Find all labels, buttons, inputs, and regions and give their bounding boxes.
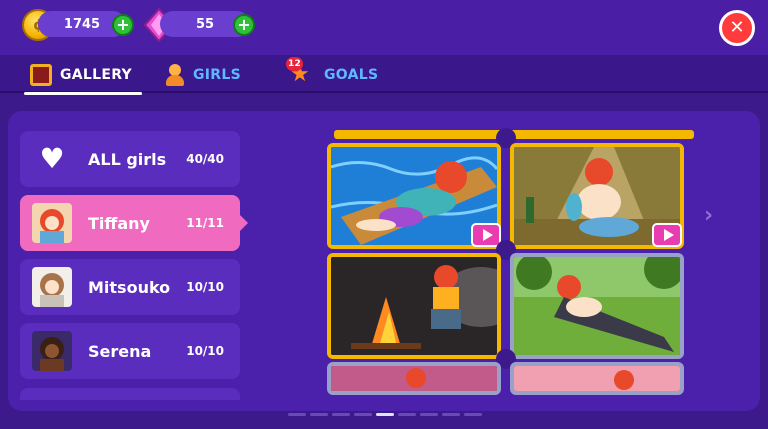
girl-row-mitsouko[interactable]: Mitsouko 10/10	[20, 259, 240, 315]
play-video-button[interactable]	[471, 223, 501, 247]
chevron-right-icon[interactable]: ›	[704, 203, 713, 228]
avatar	[32, 331, 72, 371]
page-indicator	[288, 413, 482, 416]
girl-count: 11/11	[186, 216, 224, 230]
girl-name: ALL girls	[88, 149, 167, 169]
girl-count: 10/10	[186, 280, 224, 294]
page-dot-active[interactable]	[376, 413, 394, 416]
page-dot[interactable]	[332, 413, 350, 416]
page-dot[interactable]	[310, 413, 328, 416]
page-dot[interactable]	[288, 413, 306, 416]
tab-gallery-label: GALLERY	[60, 67, 132, 83]
tab-girls-label: GIRLS	[193, 67, 241, 83]
list-item-partial[interactable]	[20, 388, 240, 400]
girl-icon	[165, 64, 185, 86]
page-dot[interactable]	[354, 413, 372, 416]
gallery-card-partial[interactable]	[327, 362, 501, 395]
avatar	[32, 203, 72, 243]
girl-row-all[interactable]: ♥ ALL girls 40/40	[20, 131, 240, 187]
page-dot[interactable]	[420, 413, 438, 416]
tab-goals-label: GOALS	[324, 67, 379, 83]
gallery-card-campfire[interactable]	[327, 253, 501, 359]
tab-bar: GALLERY GIRLS ★ 12 GOALS	[0, 55, 768, 95]
girl-name: Serena	[88, 341, 152, 361]
tab-gallery[interactable]: GALLERY	[24, 59, 142, 95]
girl-count: 40/40	[186, 152, 224, 166]
coins-value: 1745	[63, 16, 101, 32]
girl-name: Tiffany	[88, 213, 150, 233]
girl-count: 10/10	[186, 344, 224, 358]
girl-name: Mitsouko	[88, 277, 171, 297]
page-dot[interactable]	[442, 413, 460, 416]
gallery-card-forest[interactable]	[510, 253, 684, 359]
play-video-button[interactable]	[652, 223, 682, 247]
avatar	[32, 267, 72, 307]
add-gems-button[interactable]: +	[233, 14, 255, 36]
tab-goals[interactable]: ★ 12 GOALS	[286, 57, 379, 91]
page-dot[interactable]	[398, 413, 416, 416]
tab-girls[interactable]: GIRLS	[165, 59, 241, 91]
heart-icon: ♥	[39, 142, 65, 175]
gallery-icon	[30, 64, 52, 86]
goals-badge: 12	[286, 57, 304, 71]
add-coins-button[interactable]: +	[112, 14, 134, 36]
goals-star-icon: ★ 12	[286, 57, 316, 87]
girl-row-tiffany[interactable]: Tiffany 11/11	[20, 195, 248, 251]
page-dot[interactable]	[464, 413, 482, 416]
girl-row-serena[interactable]: Serena 10/10	[20, 323, 240, 379]
close-button[interactable]: ✕	[719, 10, 755, 46]
gems-value: 55	[195, 16, 215, 32]
gallery-card-partial[interactable]	[510, 362, 684, 395]
